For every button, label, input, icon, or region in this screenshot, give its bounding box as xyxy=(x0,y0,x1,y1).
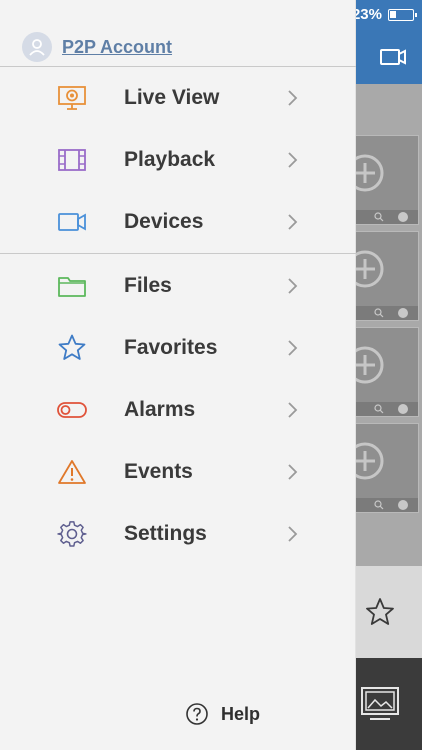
divider xyxy=(0,253,356,254)
status-dot xyxy=(398,308,408,318)
folder-icon xyxy=(56,270,88,302)
zoom-icon[interactable] xyxy=(374,404,384,414)
menu-item-live-view[interactable]: Live View xyxy=(0,67,356,129)
film-icon xyxy=(56,144,88,176)
tile-toolbar xyxy=(356,210,418,224)
help-button[interactable]: Help xyxy=(185,702,260,726)
menu-label: Favorites xyxy=(124,336,218,359)
chevron-right-icon xyxy=(288,90,298,106)
status-dot xyxy=(398,212,408,222)
warning-icon xyxy=(56,456,88,488)
menu-item-playback[interactable]: Playback xyxy=(0,129,356,191)
tile-toolbar xyxy=(356,306,418,320)
menu-item-events[interactable]: Events xyxy=(0,441,356,503)
star-icon xyxy=(56,332,88,364)
zoom-icon[interactable] xyxy=(374,500,384,510)
chevron-right-icon xyxy=(288,214,298,230)
menu-item-alarms[interactable]: Alarms xyxy=(0,379,356,441)
question-circle-icon xyxy=(186,703,208,725)
camera-switch-icon[interactable] xyxy=(378,42,408,72)
camera-tile[interactable] xyxy=(346,135,419,225)
menu-label: Playback xyxy=(124,148,216,171)
user-icon xyxy=(22,32,52,62)
menu-item-devices[interactable]: Devices xyxy=(0,191,356,253)
zoom-icon[interactable] xyxy=(374,212,384,222)
tile-toolbar xyxy=(356,402,418,416)
zoom-icon[interactable] xyxy=(374,308,384,318)
menu-label: Alarms xyxy=(124,398,196,421)
menu-label: Live View xyxy=(124,86,220,109)
tile-toolbar xyxy=(356,498,418,512)
menu-label: Devices xyxy=(124,210,204,233)
chevron-right-icon xyxy=(288,152,298,168)
chevron-right-icon xyxy=(288,464,298,480)
video-camera-icon xyxy=(56,206,88,238)
toggle-icon xyxy=(56,394,88,426)
gear-icon xyxy=(56,518,88,550)
account-label[interactable]: P2P Account xyxy=(62,37,172,58)
menu-label: Settings xyxy=(124,522,207,545)
camera-tile[interactable] xyxy=(346,423,419,513)
star-icon[interactable] xyxy=(364,596,396,628)
menu-item-settings[interactable]: Settings xyxy=(0,503,356,565)
menu-label: Files xyxy=(124,274,172,297)
battery-icon xyxy=(388,8,417,21)
side-drawer: P2P Account Live View Playback Devices F… xyxy=(0,0,356,750)
chevron-right-icon xyxy=(288,340,298,356)
gallery-icon[interactable] xyxy=(360,686,400,722)
menu-item-files[interactable]: Files xyxy=(0,255,356,317)
status-dot xyxy=(398,404,408,414)
battery-percent: 23% xyxy=(351,6,382,23)
chevron-right-icon xyxy=(288,402,298,418)
menu-item-favorites[interactable]: Favorites xyxy=(0,317,356,379)
chevron-right-icon xyxy=(288,526,298,542)
menu-label: Events xyxy=(124,460,193,483)
help-label: Help xyxy=(221,703,261,724)
account-link[interactable]: P2P Account xyxy=(22,32,172,62)
camera-tile[interactable] xyxy=(346,327,419,417)
camera-tile[interactable] xyxy=(346,231,419,321)
monitor-icon xyxy=(56,82,88,114)
status-dot xyxy=(398,500,408,510)
chevron-right-icon xyxy=(288,278,298,294)
